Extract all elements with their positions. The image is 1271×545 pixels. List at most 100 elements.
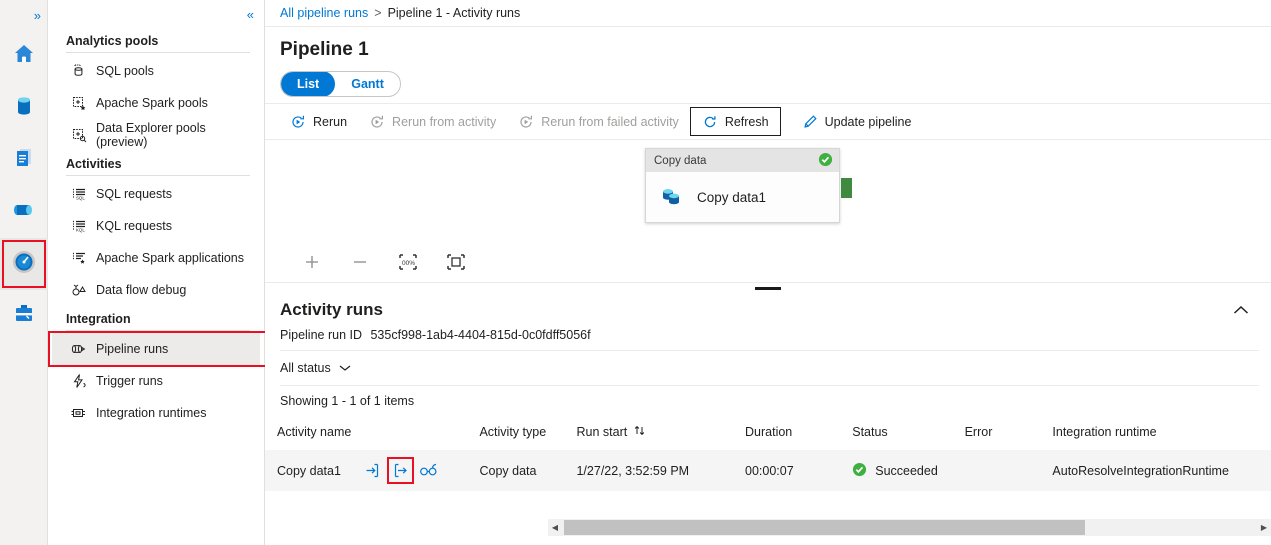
canvas-splitter[interactable]: [265, 282, 1271, 294]
breadcrumb-all-pipeline-runs[interactable]: All pipeline runs: [280, 6, 368, 20]
refresh-button[interactable]: Refresh: [689, 107, 781, 136]
svg-text:SQL: SQL: [76, 196, 85, 201]
sidebar-item-trigger-runs[interactable]: Trigger runs: [52, 365, 260, 397]
zoom-out-icon[interactable]: [349, 251, 371, 273]
scrollbar-track[interactable]: [562, 519, 1257, 536]
database-icon: [12, 94, 36, 123]
pipeline-toolbar: Rerun Rerun from activity Rerun from fai…: [265, 103, 1271, 140]
splitter-grip[interactable]: [755, 287, 781, 290]
rail-item-monitor[interactable]: [0, 238, 48, 290]
column-header-activity-name[interactable]: Activity name: [265, 414, 479, 450]
sidebar-item-data-flow-debug[interactable]: Data flow debug: [52, 274, 260, 306]
rail-item-integrate[interactable]: [0, 186, 48, 238]
cell-activity-name: Copy data1: [265, 450, 480, 491]
input-icon[interactable]: [363, 461, 382, 480]
activity-node-output-port[interactable]: [841, 178, 852, 198]
rerun-icon: [518, 114, 534, 130]
pipeline-canvas[interactable]: Copy data Copy data1: [265, 140, 1271, 242]
column-header-status[interactable]: Status: [852, 414, 964, 450]
update-pipeline-button[interactable]: Update pipeline: [791, 107, 923, 136]
scrollbar-thumb[interactable]: [564, 520, 1086, 535]
sidebar-divider: [66, 175, 250, 176]
rail-item-manage[interactable]: [0, 290, 48, 342]
breadcrumb: All pipeline runs > Pipeline 1 - Activit…: [265, 0, 1271, 27]
sidebar-item-label: Integration runtimes: [96, 406, 207, 420]
zoom-to-100-icon[interactable]: 00%: [397, 251, 419, 273]
refresh-label: Refresh: [724, 114, 769, 129]
output-icon[interactable]: [386, 457, 414, 484]
scroll-right-icon[interactable]: ▶: [1257, 523, 1271, 532]
document-icon: [12, 146, 36, 175]
rail-item-data[interactable]: [0, 82, 48, 134]
status-text: Succeeded: [875, 463, 938, 478]
rerun-from-failed-activity-button[interactable]: Rerun from failed activity: [507, 107, 690, 136]
activity-node-type: Copy data: [654, 154, 707, 167]
table-header-row: Activity name Activity type Run start Du…: [265, 414, 1271, 450]
chevron-up-icon[interactable]: [1233, 303, 1249, 318]
chevron-double-left-icon: «: [246, 6, 254, 22]
sidebar-item-apache-spark-applications[interactable]: Apache Spark applications: [52, 242, 260, 274]
sidebar-collapse-button[interactable]: «: [48, 0, 264, 28]
table-row[interactable]: Copy data1 Copy data 1/27/22, 3:52:59 PM…: [265, 450, 1271, 491]
sidebar-item-integration-runtimes[interactable]: Integration runtimes: [52, 397, 260, 429]
cell-activity-type: Copy data: [479, 450, 577, 491]
column-header-activity-type[interactable]: Activity type: [479, 414, 576, 450]
svg-text:KQL: KQL: [76, 228, 85, 233]
rail-item-home[interactable]: [0, 30, 48, 82]
column-header-error[interactable]: Error: [965, 414, 1053, 450]
sidebar-item-apache-spark-pools[interactable]: Apache Spark pools: [52, 87, 260, 119]
cell-duration: 00:00:07: [745, 450, 853, 491]
rail-item-develop[interactable]: [0, 134, 48, 186]
view-toggle-wrap: List Gantt: [265, 65, 1271, 103]
column-header-run-start[interactable]: Run start: [576, 414, 745, 450]
table-horizontal-scrollbar[interactable]: ◀ ▶: [548, 519, 1271, 536]
sidebar-item-label: SQL requests: [96, 187, 172, 201]
rerun-from-failed-activity-label: Rerun from failed activity: [541, 114, 679, 129]
rerun-icon: [290, 114, 306, 130]
sidebar-group-activities: Activities: [66, 157, 122, 171]
chevron-down-icon: [339, 361, 351, 375]
rerun-from-activity-label: Rerun from activity: [392, 114, 497, 129]
success-check-icon: [818, 152, 833, 170]
sidebar-item-sql-requests[interactable]: SQL SQL requests: [52, 178, 260, 210]
home-icon: [12, 42, 36, 71]
sidebar-item-label: Apache Spark pools: [96, 96, 208, 110]
column-header-run-start-label: Run start: [576, 425, 628, 439]
sidebar-item-pipeline-runs[interactable]: Pipeline runs: [48, 331, 305, 367]
sidebar-item-data-explorer-pools[interactable]: Data Explorer pools (preview): [52, 119, 260, 151]
pipeline-run-id-value: 535cf998-1ab4-4404-815d-0c0fdff5056f: [370, 328, 591, 342]
sidebar-item-label: Data Explorer pools (preview): [96, 121, 206, 149]
rerun-button[interactable]: Rerun: [279, 107, 358, 136]
rail-expand-button[interactable]: »: [0, 0, 47, 30]
activity-runs-table: Activity name Activity type Run start Du…: [265, 414, 1271, 491]
sidebar-item-kql-requests[interactable]: KQL KQL requests: [52, 210, 260, 242]
integration-runtimes-icon: [70, 405, 87, 422]
zoom-in-icon[interactable]: [301, 251, 323, 273]
sidebar-divider: [66, 52, 250, 53]
kql-request-icon: KQL: [70, 218, 87, 235]
sidebar-item-sql-pools[interactable]: SQL pools: [52, 55, 260, 87]
activity-node-header: Copy data: [646, 149, 839, 172]
column-header-integration-runtime[interactable]: Integration runtime: [1052, 414, 1271, 450]
zoom-to-fit-icon[interactable]: [445, 251, 467, 273]
sidebar-divider: [66, 330, 250, 331]
scroll-left-icon[interactable]: ◀: [548, 523, 562, 532]
status-filter-dropdown[interactable]: All status: [265, 351, 351, 385]
cell-status: Succeeded: [852, 450, 965, 491]
column-header-duration[interactable]: Duration: [745, 414, 852, 450]
view-toggle-gantt[interactable]: Gantt: [335, 72, 400, 96]
pipeline-icon: [11, 198, 37, 227]
view-toggle: List Gantt: [280, 71, 401, 97]
spark-application-icon: [70, 250, 87, 267]
details-glasses-icon[interactable]: [419, 461, 438, 480]
activity-node-copy-data1[interactable]: Copy data Copy data1: [645, 148, 840, 223]
pipeline-runs-icon: [70, 341, 87, 358]
cell-run-start: 1/27/22, 3:52:59 PM: [576, 450, 745, 491]
rerun-from-activity-button[interactable]: Rerun from activity: [358, 107, 507, 136]
toolbox-icon: [12, 302, 36, 331]
cell-error: [964, 450, 1053, 491]
view-toggle-list[interactable]: List: [281, 72, 336, 96]
rerun-icon: [369, 114, 385, 130]
activity-runs-divider: [280, 350, 1259, 351]
monitor-sidebar: « Analytics pools SQL pools Apache Spark…: [48, 0, 305, 545]
